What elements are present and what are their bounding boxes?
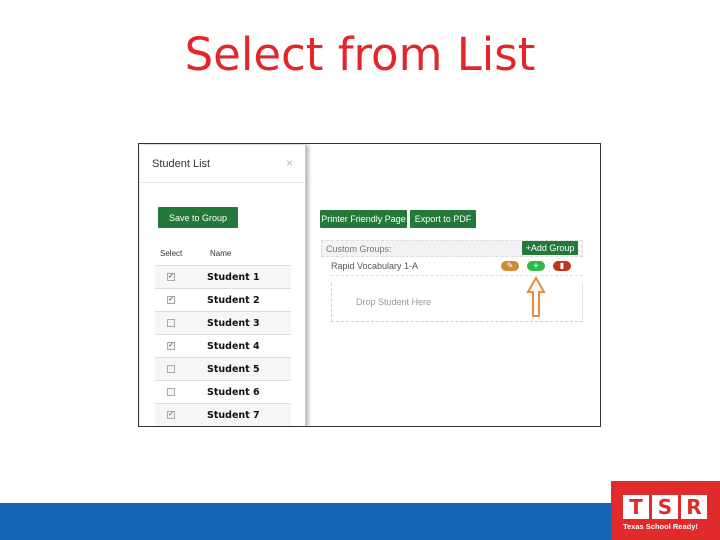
logo-tagline: Texas School Ready!	[623, 522, 698, 531]
select-checkbox[interactable]	[167, 319, 175, 327]
select-checkbox[interactable]: ✓	[167, 342, 175, 350]
plus-icon[interactable]: +	[527, 261, 545, 271]
app-screenshot: Printer Friendly Page Export to PDF Cust…	[138, 143, 601, 427]
student-name: Student 4	[207, 341, 260, 352]
student-row: ✓ Student 4	[155, 334, 291, 357]
student-row: ✓ Student 1	[155, 265, 291, 288]
group-name: Rapid Vocabulary 1-A	[331, 261, 419, 271]
trash-icon[interactable]: ▮	[553, 261, 571, 271]
student-row: Student 5	[155, 357, 291, 380]
name-header: Name	[210, 249, 232, 258]
select-header: Select	[160, 249, 183, 258]
select-checkbox[interactable]: ✓	[167, 296, 175, 304]
tsr-logo: T S R Texas School Ready!	[611, 481, 720, 540]
save-to-group-button[interactable]: Save to Group	[158, 207, 238, 228]
student-row: Student 6	[155, 380, 291, 403]
slide-title: Select from List	[184, 28, 536, 81]
student-row: Student 3	[155, 311, 291, 334]
group-row: Rapid Vocabulary 1-A ✎ + ▮	[331, 259, 583, 276]
pencil-icon[interactable]: ✎	[501, 261, 519, 271]
arrow-up-icon	[526, 276, 546, 317]
printer-friendly-button[interactable]: Printer Friendly Page	[320, 210, 407, 228]
student-name: Student 7	[207, 410, 260, 421]
drop-text: Drop Student Here	[356, 297, 432, 307]
student-name: Student 1	[207, 272, 260, 283]
select-checkbox[interactable]: ✓	[167, 411, 175, 419]
student-row: ✓ Student 7	[155, 403, 291, 426]
custom-groups-label: Custom Groups:	[326, 244, 392, 254]
select-checkbox[interactable]	[167, 388, 175, 396]
close-icon[interactable]: ×	[286, 156, 293, 170]
custom-groups-header: Custom Groups: +Add Group	[321, 240, 583, 257]
modal-title: Student List	[152, 158, 211, 170]
select-checkbox[interactable]	[167, 365, 175, 373]
student-name: Student 5	[207, 364, 260, 375]
add-group-button[interactable]: +Add Group	[522, 241, 578, 255]
student-name: Student 3	[207, 318, 260, 329]
select-checkbox[interactable]: ✓	[167, 273, 175, 281]
student-name: Student 6	[207, 387, 260, 398]
student-list-modal: Student List × Save to Group Select Name…	[140, 145, 306, 426]
student-name: Student 2	[207, 295, 260, 306]
student-row: ✓ Student 2	[155, 288, 291, 311]
export-pdf-button[interactable]: Export to PDF	[410, 210, 476, 228]
